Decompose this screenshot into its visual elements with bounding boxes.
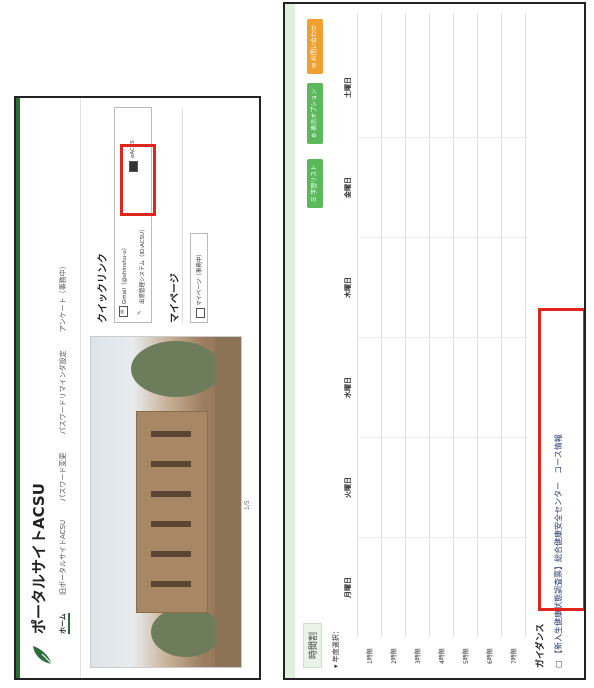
portal-screenshot-panel: ポータルサイトACSU ホーム 旧ポータルサイトACSU パスワード変更 パスワ… xyxy=(14,96,261,680)
hero-tree xyxy=(151,607,221,657)
period-label: 7時限 xyxy=(511,648,518,664)
grid-line xyxy=(405,14,406,638)
hero-window xyxy=(151,431,191,437)
nav-password-change[interactable]: パスワード変更 xyxy=(59,453,67,502)
grid-line xyxy=(357,337,528,338)
day-header: 火曜日 xyxy=(344,477,352,498)
grid-line xyxy=(453,14,454,638)
grid-line xyxy=(357,537,528,538)
document-icon: ▢ xyxy=(554,660,563,668)
mypage-button-label: マイページ（事務中） xyxy=(197,251,203,306)
hero-window xyxy=(151,521,191,527)
quicklink-gmail[interactable]: Gmail（@shinshu-u） xyxy=(120,245,128,304)
grid-line xyxy=(357,437,528,438)
portal-title: ポータルサイトACSU xyxy=(30,483,48,634)
nav-survey[interactable]: アンケート（事務中） xyxy=(59,262,67,332)
grid-line xyxy=(381,14,382,638)
timetable-grid: 月曜日 火曜日 水曜日 木曜日 金曜日 土曜日 1時限 2時限 3時限 4時限 … xyxy=(343,14,528,668)
hero-window xyxy=(151,551,191,557)
period-label: 5時限 xyxy=(463,648,470,664)
grid-line xyxy=(477,14,478,638)
year-select[interactable]: ▾ 年度選択： xyxy=(331,627,341,668)
quicklinks-title: クイックリンク xyxy=(98,253,109,323)
hero-slide-counter: 1/5 xyxy=(244,500,251,510)
portal-nav: ホーム 旧ポータルサイトACSU パスワード変更 パスワードリマインダ設定 アン… xyxy=(58,246,70,634)
hero-window xyxy=(151,491,191,497)
timetable-screenshot-panel: 時間割 ▾ 年度選択： ☰ 学習リスト ⚙ 表示オプション ✉ お問い合わせ 月… xyxy=(283,2,586,680)
hero-campus-image xyxy=(90,336,242,668)
highlight-box-guidance xyxy=(538,308,584,611)
university-logo-icon xyxy=(33,646,53,665)
grid-line xyxy=(501,14,502,638)
day-header: 水曜日 xyxy=(344,377,352,398)
hero-tree xyxy=(131,341,221,397)
grid-line xyxy=(429,14,430,638)
contact-label: お問い合わせ xyxy=(311,25,318,62)
period-label: 1時限 xyxy=(367,648,374,664)
study-list-label: 学習リスト xyxy=(311,164,318,195)
grid-line xyxy=(357,137,528,138)
period-label: 2時限 xyxy=(391,648,398,664)
highlight-box-eacps xyxy=(120,144,156,216)
day-header: 土曜日 xyxy=(344,77,352,98)
pencil-icon: ✎ xyxy=(137,310,143,315)
mail-icon: ✉ xyxy=(119,306,128,317)
period-label: 4時限 xyxy=(439,648,446,664)
header-accent-bar xyxy=(16,98,20,678)
period-label: 6時限 xyxy=(487,648,494,664)
nav-password-reminder[interactable]: パスワードリマインダ設定 xyxy=(59,350,67,434)
mypage-button[interactable]: マイページ（事務中） xyxy=(190,233,208,323)
guidance-title: ガイダンス xyxy=(536,623,546,668)
portal-header: ポータルサイトACSU ホーム 旧ポータルサイトACSU パスワード変更 パスワ… xyxy=(16,98,81,678)
portal-page: ポータルサイトACSU ホーム 旧ポータルサイトACSU パスワード変更 パスワ… xyxy=(16,98,259,678)
year-select-label: 年度選択： xyxy=(332,627,340,663)
hero-window xyxy=(151,461,191,467)
grid-line xyxy=(525,14,526,638)
display-options-button[interactable]: ⚙ 表示オプション xyxy=(307,82,323,144)
quicklink-attendance[interactable]: 出席管理システム（ID:ACSU） xyxy=(138,226,146,304)
nav-old-portal[interactable]: 旧ポータルサイトACSU xyxy=(59,520,67,595)
day-header: 金曜日 xyxy=(344,177,352,198)
nav-home[interactable]: ホーム xyxy=(59,613,70,634)
hero-ground xyxy=(215,337,241,667)
contact-button[interactable]: ✉ お問い合わせ xyxy=(307,19,323,74)
day-header: 木曜日 xyxy=(344,277,352,298)
study-list-button[interactable]: ☰ 学習リスト xyxy=(307,158,323,208)
day-header: 月曜日 xyxy=(344,577,352,598)
mypage-title: マイページ xyxy=(170,273,181,323)
grid-line xyxy=(357,237,528,238)
period-label: 3時限 xyxy=(415,648,422,664)
hero-window xyxy=(151,581,191,587)
display-options-label: 表示オプション xyxy=(311,88,318,131)
mypage-divider xyxy=(182,109,183,323)
timetable-header: 時間割 xyxy=(303,622,322,668)
mypage-icon xyxy=(196,308,205,318)
grid-line xyxy=(357,14,358,638)
top-green-strip xyxy=(285,4,295,678)
